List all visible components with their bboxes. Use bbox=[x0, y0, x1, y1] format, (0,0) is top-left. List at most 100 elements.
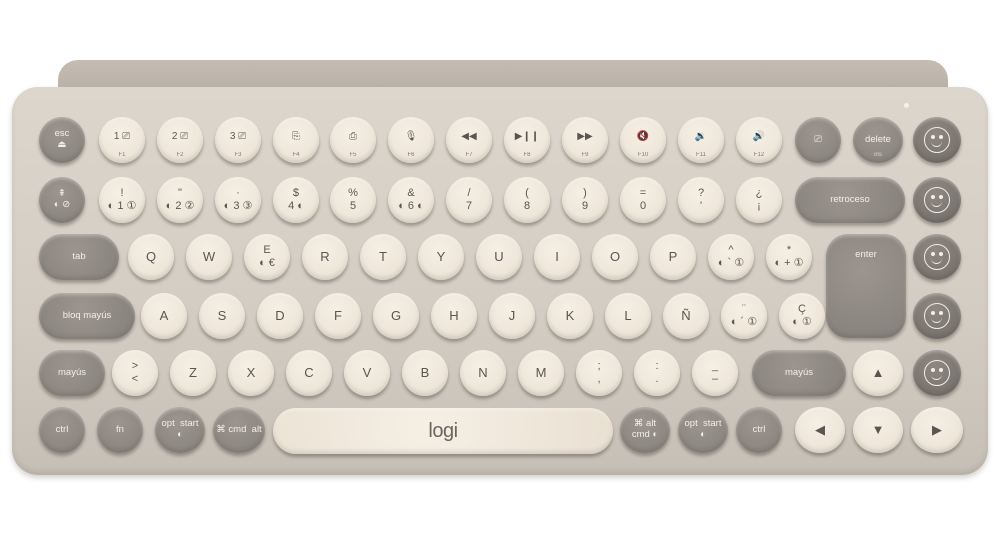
f5-key[interactable]: ⎙ F5 bbox=[330, 117, 376, 163]
key-1[interactable]: ! ◐ 1 ① bbox=[99, 177, 145, 223]
key-n-label: N bbox=[478, 364, 488, 380]
left-cmd-key[interactable]: ⌘ cmd alt bbox=[213, 407, 265, 453]
f7-key[interactable]: ◀◀ F7 bbox=[446, 117, 492, 163]
key-h[interactable]: H bbox=[431, 293, 477, 339]
key-g[interactable]: G bbox=[373, 293, 419, 339]
emoji-key-1[interactable] bbox=[913, 117, 961, 163]
key-grave[interactable]: ^ ◐ ` ① bbox=[708, 234, 754, 280]
key-k[interactable]: K bbox=[547, 293, 593, 339]
key-j[interactable]: J bbox=[489, 293, 535, 339]
key-4[interactable]: $ 4 ◐ bbox=[273, 177, 319, 223]
key-s-label: S bbox=[217, 307, 227, 323]
f8-key[interactable]: ▶❙❙ F8 bbox=[504, 117, 550, 163]
f10-key[interactable]: 🔇 F10 bbox=[620, 117, 666, 163]
degree-key[interactable]: ⇞ ◐ ⊘ bbox=[39, 177, 85, 223]
emoji-key-3[interactable] bbox=[913, 234, 961, 280]
key-p[interactable]: P bbox=[650, 234, 696, 280]
key-x[interactable]: X bbox=[228, 350, 274, 396]
key-3[interactable]: · ◐ 3 ③ bbox=[215, 177, 261, 223]
f5-key-sublabel: F5 bbox=[349, 152, 357, 158]
key-u[interactable]: U bbox=[476, 234, 522, 280]
key-m[interactable]: M bbox=[518, 350, 564, 396]
left-shift-key[interactable]: mayús bbox=[39, 350, 105, 396]
f6-key[interactable]: 🎙 F6 bbox=[388, 117, 434, 163]
key-l[interactable]: L bbox=[605, 293, 651, 339]
key-p-label: P bbox=[668, 248, 678, 264]
key-2[interactable]: " ◐ 2 ② bbox=[157, 177, 203, 223]
delete-key-label: delete bbox=[865, 133, 891, 145]
key-comma-label: ; , bbox=[597, 360, 601, 385]
f2-key[interactable]: 2 ⎚ F2 bbox=[157, 117, 203, 163]
f12-key[interactable]: 🔊 F12 bbox=[736, 117, 782, 163]
f9-key[interactable]: ▶▶ F9 bbox=[562, 117, 608, 163]
caps-lock-key[interactable]: bloq mayús bbox=[39, 293, 135, 339]
key-comma[interactable]: ; , bbox=[576, 350, 622, 396]
delete-key[interactable]: delete ins bbox=[853, 117, 903, 163]
arrow-down-key[interactable]: ▼ bbox=[853, 407, 903, 453]
f1-key[interactable]: 1 ⎚ F1 bbox=[99, 117, 145, 163]
screenshot-key[interactable]: ⎚ bbox=[795, 117, 841, 163]
f3-key[interactable]: 3 ⎚ F3 bbox=[215, 117, 261, 163]
key-0-label: = 0 bbox=[639, 187, 647, 212]
key-less-than[interactable]: > < bbox=[112, 350, 158, 396]
tab-key[interactable]: tab bbox=[39, 234, 119, 280]
key-7[interactable]: / 7 bbox=[446, 177, 492, 223]
key-i[interactable]: I bbox=[534, 234, 580, 280]
f10-key-sublabel: F10 bbox=[637, 152, 649, 158]
key-b[interactable]: B bbox=[402, 350, 448, 396]
emoji-key-4[interactable] bbox=[913, 293, 961, 339]
f11-key-sublabel: F11 bbox=[696, 152, 706, 158]
key-s[interactable]: S bbox=[199, 293, 245, 339]
right-opt-key[interactable]: opt start ◐ bbox=[678, 407, 728, 453]
key-9[interactable]: ) 9 bbox=[562, 177, 608, 223]
key-period[interactable]: : . bbox=[634, 350, 680, 396]
key-n[interactable]: N bbox=[460, 350, 506, 396]
right-shift-key[interactable]: mayús bbox=[752, 350, 846, 396]
emoji-key-5[interactable] bbox=[913, 350, 961, 396]
left-opt-key[interactable]: opt start ◐ bbox=[155, 407, 205, 453]
key-0[interactable]: = 0 bbox=[620, 177, 666, 223]
space-bar[interactable]: logi bbox=[273, 408, 613, 454]
key-a[interactable]: A bbox=[141, 293, 187, 339]
key-6[interactable]: & ◐ 6 ◐ bbox=[388, 177, 434, 223]
backspace-key[interactable]: retroceso bbox=[795, 177, 905, 223]
key-5[interactable]: % 5 bbox=[330, 177, 376, 223]
key-apostrophe[interactable]: ? ' bbox=[678, 177, 724, 223]
arrow-up-key[interactable]: ▲ bbox=[853, 350, 903, 396]
key-v[interactable]: V bbox=[344, 350, 390, 396]
key-inverted-excl[interactable]: ¿ ¡ bbox=[736, 177, 782, 223]
left-ctrl-key[interactable]: ctrl bbox=[39, 407, 85, 453]
key-f[interactable]: F bbox=[315, 293, 361, 339]
key-d[interactable]: D bbox=[257, 293, 303, 339]
key-r[interactable]: R bbox=[302, 234, 348, 280]
right-cmd-key[interactable]: ⌘ alt cmd ◐ bbox=[620, 407, 670, 453]
key-y[interactable]: Y bbox=[418, 234, 464, 280]
party-icon bbox=[924, 187, 950, 213]
key-acute[interactable]: ¨ ◐ ´ ① bbox=[721, 293, 767, 339]
key-n-tilde[interactable]: Ñ bbox=[663, 293, 709, 339]
key-plus[interactable]: * ◐ + ① bbox=[766, 234, 812, 280]
fn-key[interactable]: fn bbox=[97, 407, 143, 453]
key-8[interactable]: ( 8 bbox=[504, 177, 550, 223]
f11-key[interactable]: 🔉 F11 bbox=[678, 117, 724, 163]
key-w[interactable]: W bbox=[186, 234, 232, 280]
key-t[interactable]: T bbox=[360, 234, 406, 280]
key-z[interactable]: Z bbox=[170, 350, 216, 396]
key-c[interactable]: C bbox=[286, 350, 332, 396]
arrow-left-key[interactable]: ◀ bbox=[795, 407, 845, 453]
arrow-right-key[interactable]: ▶ bbox=[911, 407, 963, 453]
f4-key[interactable]: ⎘ F4 bbox=[273, 117, 319, 163]
key-o[interactable]: O bbox=[592, 234, 638, 280]
screenshot-key-label: ⎚ bbox=[814, 133, 822, 145]
key-q[interactable]: Q bbox=[128, 234, 174, 280]
key-d-label: D bbox=[275, 307, 285, 323]
key-hyphen[interactable]: _ – bbox=[692, 350, 738, 396]
enter-key[interactable]: enter bbox=[826, 234, 906, 338]
right-ctrl-key[interactable]: ctrl bbox=[736, 407, 782, 453]
degree-key-label: ⇞ ◐ ⊘ bbox=[53, 188, 71, 210]
key-e[interactable]: E ◐ € bbox=[244, 234, 290, 280]
key-c-cedilla[interactable]: Ç ◐ ① bbox=[779, 293, 825, 339]
emoji-key-2[interactable] bbox=[913, 177, 961, 223]
key-e-label: E ◐ € bbox=[259, 244, 275, 269]
esc-key[interactable]: esc ⏏ bbox=[39, 117, 85, 163]
